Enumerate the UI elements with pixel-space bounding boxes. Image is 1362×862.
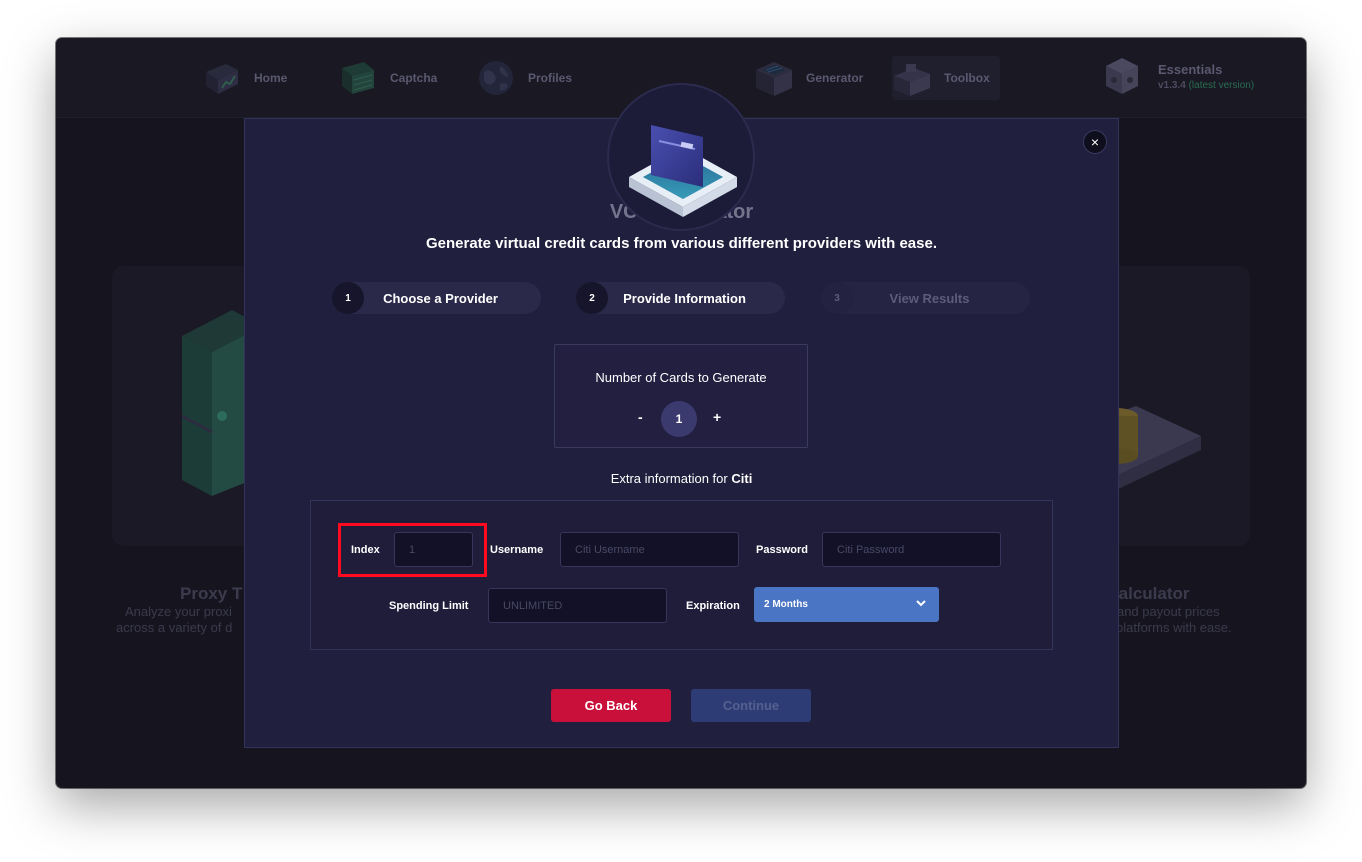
extra-info-prefix: Extra information for <box>610 471 728 486</box>
essentials-title: Essentials <box>1158 61 1223 77</box>
credit-card-hero <box>607 83 755 231</box>
modal-subtitle: Generate virtual credit cards from vario… <box>425 235 937 252</box>
step-number: 3 <box>821 282 853 314</box>
nav-item-generator[interactable]: Generator <box>754 56 863 100</box>
expiration-select[interactable]: 2 Months <box>754 587 939 622</box>
continue-button[interactable]: Continue <box>691 689 811 722</box>
nav-item-profiles[interactable]: Profiles <box>476 56 572 100</box>
expiration-value: 2 Months <box>764 599 808 610</box>
cube-logo-icon <box>1104 56 1144 96</box>
password-input[interactable] <box>822 532 1001 567</box>
calculator-card-line1: ale and payout prices <box>1096 604 1220 619</box>
index-label: Index <box>351 544 380 556</box>
username-label: Username <box>490 544 544 556</box>
username-input[interactable] <box>560 532 739 567</box>
home-chart-icon <box>202 58 242 98</box>
step-view-results: 3 View Results <box>821 282 1030 314</box>
calculator-card-text: t Calculator ale and payout prices platf… <box>1096 584 1266 636</box>
increment-button[interactable]: + <box>713 409 721 425</box>
extra-info-heading: Extra information for Citi <box>245 471 1118 486</box>
calculator-card-title: t Calculator <box>1096 584 1190 603</box>
app-window: Home Captcha Profiles Generator Toolbox <box>56 38 1306 788</box>
nav-item-toolbox[interactable]: Toolbox <box>892 56 1000 100</box>
nav-label-captcha: Captcha <box>390 71 438 85</box>
step-choose-provider[interactable]: 1 Choose a Provider <box>332 282 541 314</box>
decrement-button[interactable]: - <box>638 409 643 425</box>
globe-icon <box>476 58 516 98</box>
toolbox-icon <box>892 58 932 98</box>
step-number: 2 <box>576 282 608 314</box>
essentials-badge: Essentials v1.3.4 (latest version) <box>1104 56 1254 96</box>
chevron-down-icon <box>915 597 927 609</box>
calculator-card-line2: platforms with ease. <box>1116 620 1232 635</box>
card-count-label: Number of Cards to Generate <box>595 370 767 385</box>
nav-label-generator: Generator <box>806 71 864 85</box>
nav-label-toolbox: Toolbox <box>944 71 990 85</box>
step-number: 1 <box>332 282 364 314</box>
close-icon[interactable]: × <box>1083 130 1107 154</box>
go-back-button[interactable]: Go Back <box>551 689 671 722</box>
captcha-stack-icon <box>338 58 378 98</box>
spending-limit-label: Spending Limit <box>389 600 469 612</box>
provider-name: Citi <box>731 471 753 486</box>
password-label: Password <box>756 544 808 556</box>
nav-label-home: Home <box>254 71 288 85</box>
step-provide-information[interactable]: 2 Provide Information <box>576 282 785 314</box>
latest-version-text: (latest version) <box>1188 79 1255 91</box>
expiration-label: Expiration <box>686 600 740 612</box>
step-label: View Results <box>889 290 970 306</box>
credit-card-icon <box>629 125 737 217</box>
index-input[interactable] <box>394 532 473 567</box>
step-label: Choose a Provider <box>383 290 498 306</box>
citi-fields-panel: Index Username Password Spending Limit E… <box>310 500 1053 650</box>
version-text: v1.3.4 <box>1158 79 1186 91</box>
card-count-value: 1 <box>661 401 697 437</box>
step-label: Provide Information <box>623 290 746 306</box>
nav-item-home[interactable]: Home <box>202 56 287 100</box>
card-count-box: Number of Cards to Generate - 1 + <box>554 344 808 448</box>
nav-label-profiles: Profiles <box>528 71 573 85</box>
generator-box-icon <box>754 58 794 98</box>
nav-item-captcha[interactable]: Captcha <box>338 56 437 100</box>
spending-limit-input[interactable] <box>488 588 667 623</box>
